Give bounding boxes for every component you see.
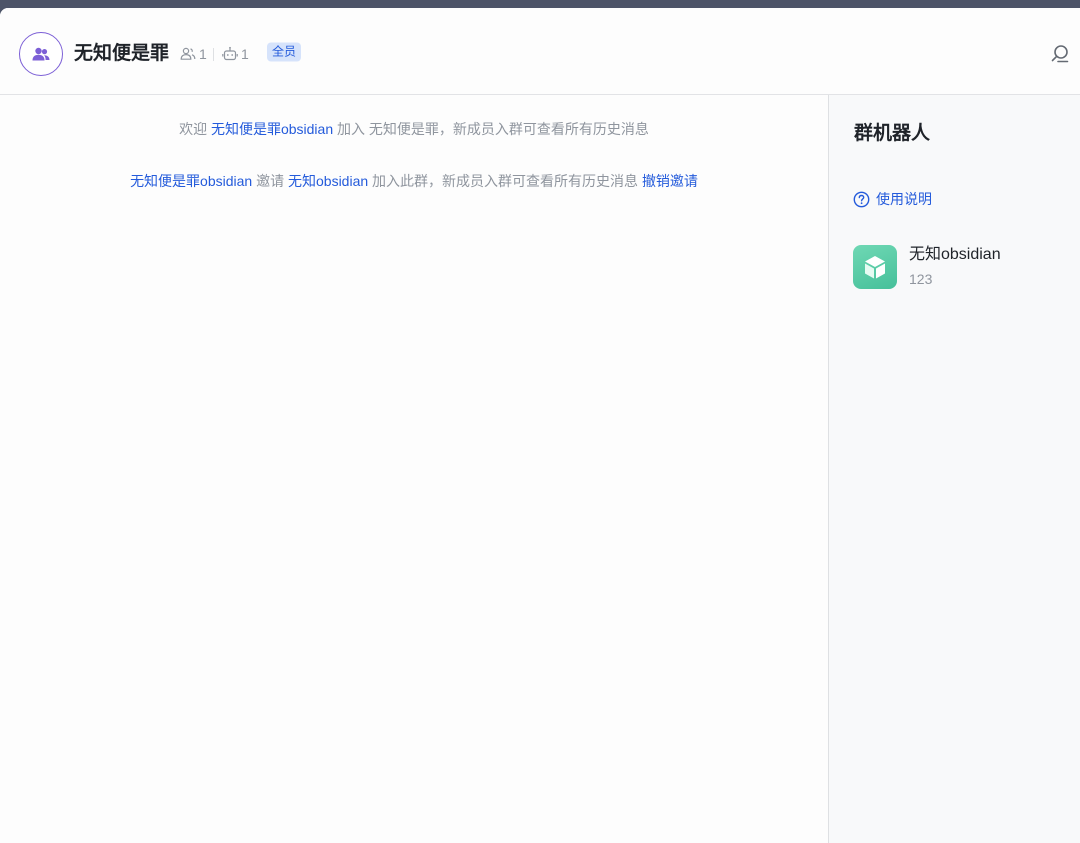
welcome-suffix: 加入 无知便是罪，新成员入群可查看所有历史消息 [333,121,649,137]
bot-list-item[interactable]: 无知obsidian 123 [853,245,1063,291]
welcome-prefix: 欢迎 [179,121,211,137]
help-icon [853,191,870,207]
members-icon[interactable] [180,46,196,62]
bot-icon[interactable] [222,46,238,62]
invite-suffix: 加入此群，新成员入群可查看所有历史消息 [368,173,642,189]
chat-message-area: 欢迎 无知便是罪obsidian 加入 无知便是罪，新成员入群可查看所有历史消息… [0,95,828,843]
help-link[interactable]: 使用说明 [853,189,932,209]
group-bots-panel: 群机器人 使用说明 无知obsidian 123 [828,95,1080,843]
group-avatar[interactable] [19,32,63,76]
member-count[interactable]: 1 [199,45,207,63]
bot-name: 无知obsidian [909,246,1001,263]
all-members-badge: 全员 [267,42,302,62]
chat-header: 无知便是罪 1 1 全员 [0,8,1080,95]
welcomed-user-link[interactable]: 无知便是罪obsidian [211,121,333,137]
system-message-welcome: 欢迎 无知便是罪obsidian 加入 无知便是罪，新成员入群可查看所有历史消息 [0,119,828,139]
chat-window: 无知便是罪 1 1 全员 欢迎 无知便是罪obsidian 加入 无知便是罪，新… [0,8,1080,843]
panel-title: 群机器人 [854,123,931,144]
group-title[interactable]: 无知便是罪 [74,42,169,66]
help-label: 使用说明 [876,191,932,207]
group-icon [32,47,50,61]
system-message-invite: 无知便是罪obsidian 邀请 无知obsidian 加入此群，新成员入群可查… [0,171,828,191]
bot-avatar [853,245,897,289]
invite-word: 邀请 [252,173,288,189]
bot-description: 123 [909,271,933,287]
invitee-link[interactable]: 无知obsidian [288,173,368,189]
cube-icon [865,256,885,279]
search-chat-icon[interactable] [1050,44,1070,64]
meta-divider [213,48,214,61]
revoke-invite-link[interactable]: 撤销邀请 [642,173,698,189]
bot-count[interactable]: 1 [241,45,249,63]
inviter-link[interactable]: 无知便是罪obsidian [130,173,252,189]
